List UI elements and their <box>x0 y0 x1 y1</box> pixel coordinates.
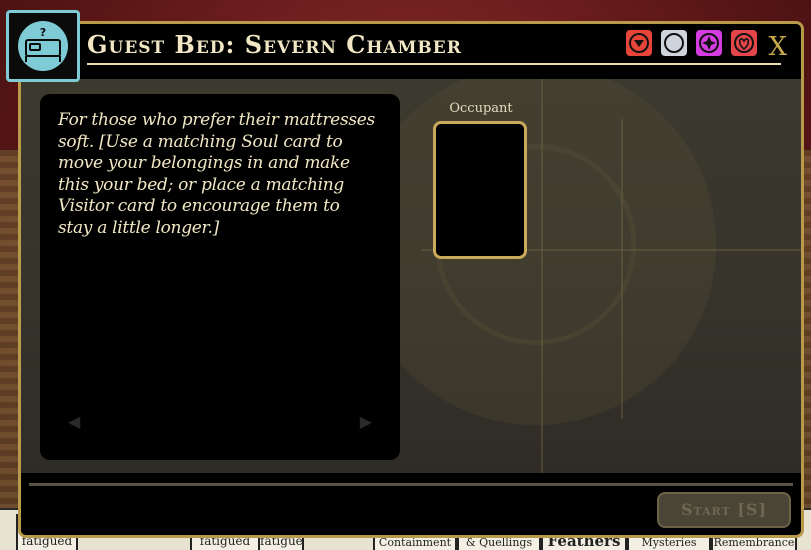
moon-aspect-icon[interactable] <box>661 30 687 56</box>
description-panel: For those who prefer their mattresses so… <box>40 94 400 460</box>
bed-icon: ? <box>18 21 68 71</box>
title-underline <box>87 63 781 65</box>
window-title: Guest Bed: Severn Chamber <box>87 30 462 59</box>
window-footer: Start [S] <box>21 473 801 535</box>
footer-divider <box>29 483 793 486</box>
start-button[interactable]: Start [S] <box>657 492 791 528</box>
description-text: For those who prefer their mattresses so… <box>58 110 375 238</box>
backdrop-ornament <box>541 79 543 473</box>
next-page-arrow-icon[interactable]: ▶ <box>360 412 372 431</box>
backdrop-ornament <box>621 119 623 419</box>
svg-text:?: ? <box>40 26 46 39</box>
occupant-slot-label: Occupant <box>449 101 513 116</box>
forge-aspect-icon[interactable] <box>626 30 652 56</box>
prev-page-arrow-icon[interactable]: ◀ <box>68 412 80 431</box>
heart-aspect-icon[interactable] <box>731 30 757 56</box>
aspect-icons <box>626 30 757 56</box>
background-ornament-left <box>0 150 20 510</box>
bed-verb-icon[interactable]: ? <box>6 10 80 82</box>
title-bar: Guest Bed: Severn Chamber X <box>21 24 801 79</box>
lantern-aspect-icon[interactable] <box>696 30 722 56</box>
occupant-card-slot[interactable] <box>433 121 527 259</box>
close-button[interactable]: X <box>768 34 787 60</box>
situation-window: Guest Bed: Severn Chamber X For those wh… <box>18 21 804 538</box>
